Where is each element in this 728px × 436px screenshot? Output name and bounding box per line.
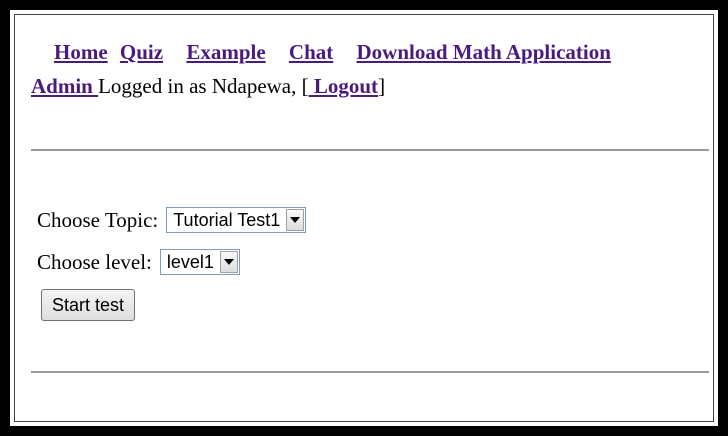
divider-bottom [31, 371, 709, 373]
topic-row: Choose Topic: Tutorial Test1 [37, 205, 307, 235]
level-dropdown-button[interactable] [219, 251, 238, 273]
level-label: Choose level: [37, 249, 152, 274]
chevron-down-icon [290, 217, 301, 223]
admin-link[interactable]: Admin [31, 74, 98, 98]
top-nav: Home Quiz Example Chat Download Math App… [31, 37, 611, 67]
window-frame: Home Quiz Example Chat Download Math App… [0, 0, 728, 436]
nav-chat-link[interactable]: Chat [289, 40, 333, 64]
divider-top [31, 149, 709, 151]
nav-example-link[interactable]: Example [186, 40, 265, 64]
topic-select-value: Tutorial Test1 [173, 209, 281, 230]
nav-home-link[interactable]: Home [54, 40, 108, 64]
topic-select[interactable]: Tutorial Test1 [166, 207, 307, 233]
nav-download-link[interactable]: Download Math Application [357, 40, 611, 64]
nav-quiz-link[interactable]: Quiz [120, 40, 163, 64]
close-bracket: ] [378, 74, 386, 98]
topic-label: Choose Topic: [37, 207, 159, 232]
level-row: Choose level: level1 [37, 247, 240, 277]
logout-link[interactable]: Logout [309, 74, 378, 98]
chevron-down-icon [223, 259, 234, 265]
level-select-value: level1 [166, 251, 214, 272]
topic-dropdown-button[interactable] [286, 209, 305, 231]
login-status: Admin Logged in as Ndapewa, [ Logout] [31, 71, 385, 101]
level-select[interactable]: level1 [159, 249, 240, 275]
logged-in-text: Logged in as Ndapewa, [ [98, 74, 309, 98]
start-test-button[interactable]: Start test [41, 289, 136, 321]
